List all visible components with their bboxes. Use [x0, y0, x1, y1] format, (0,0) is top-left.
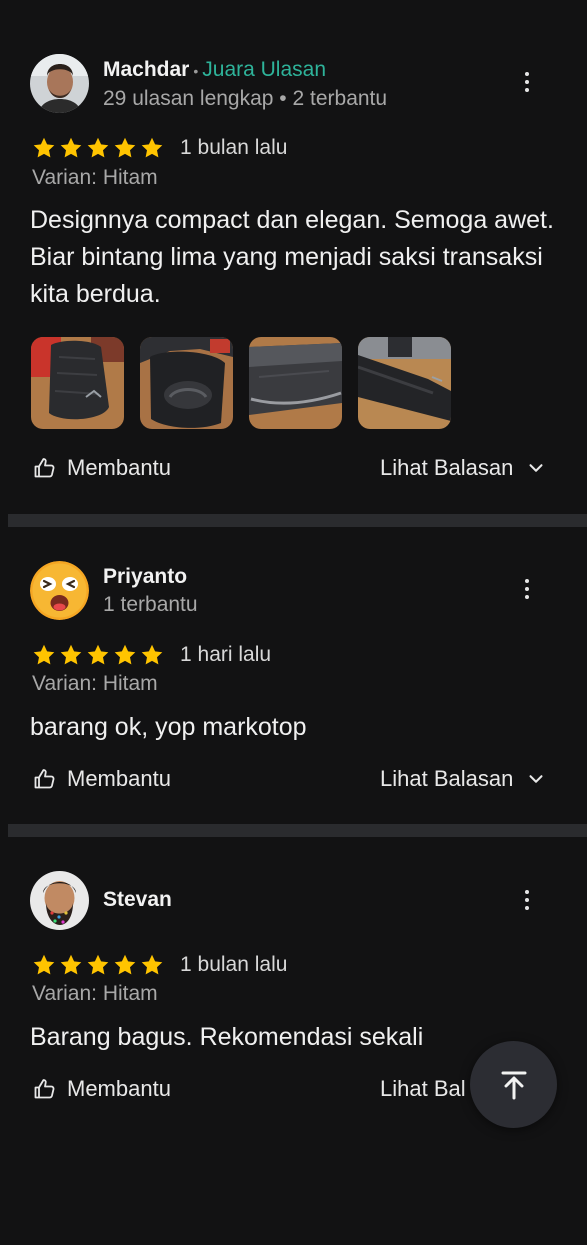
- star-icon: [139, 953, 165, 977]
- view-replies-button[interactable]: Lihat Balasan: [380, 766, 547, 792]
- star-icon: [31, 136, 57, 160]
- reviewer-name[interactable]: Priyanto: [103, 565, 187, 588]
- more-vertical-icon[interactable]: [512, 885, 542, 915]
- review-variant: Varian: Hitam: [32, 982, 158, 1005]
- reviewer-badge: Juara Ulasan: [202, 58, 326, 81]
- star-rating: [31, 136, 165, 160]
- helpful-label: Membantu: [67, 766, 171, 791]
- reviewer-stats: 1 terbantu: [103, 593, 198, 616]
- reviewer-name-line: Priyanto: [103, 565, 187, 589]
- star-icon: [58, 953, 84, 977]
- reviewer-stats: 29 ulasan lengkap • 2 terbantu: [103, 87, 388, 110]
- star-icon: [85, 643, 111, 667]
- view-replies-button[interactable]: Lihat Balasan: [380, 455, 547, 481]
- review-text: Designnya compact dan elegan. Semoga awe…: [30, 206, 554, 308]
- thumbs-up-icon: [33, 456, 57, 480]
- helpful-button[interactable]: Membantu: [33, 455, 171, 481]
- review-photo[interactable]: [249, 337, 342, 429]
- star-icon: [31, 643, 57, 667]
- more-vertical-icon[interactable]: [512, 67, 542, 97]
- review-variant: Varian: Hitam: [32, 672, 158, 695]
- star-icon: [139, 643, 165, 667]
- chevron-down-icon: [525, 768, 547, 790]
- review-time: 1 bulan lalu: [180, 136, 288, 159]
- star-icon: [31, 953, 57, 977]
- reviewer-name[interactable]: Stevan: [103, 888, 172, 911]
- review-text: barang ok, yop markotop: [30, 713, 307, 741]
- view-replies-label: Lihat Balasan: [380, 455, 514, 480]
- star-icon: [112, 643, 138, 667]
- review-time: 1 bulan lalu: [180, 953, 288, 976]
- thumbs-up-icon: [33, 767, 57, 791]
- helpful-button[interactable]: Membantu: [33, 1076, 171, 1102]
- helpful-label: Membantu: [67, 1076, 171, 1101]
- section-divider: [8, 514, 587, 527]
- star-rating: [31, 643, 165, 667]
- helpful-label: Membantu: [67, 455, 171, 480]
- star-icon: [112, 953, 138, 977]
- avatar[interactable]: [30, 561, 89, 620]
- reviewer-name[interactable]: Machdar: [103, 58, 189, 81]
- review-photo[interactable]: [140, 337, 233, 429]
- reviewer-name-line: Machdar • Juara Ulasan: [103, 58, 326, 82]
- star-icon: [139, 136, 165, 160]
- avatar[interactable]: [30, 54, 89, 113]
- star-icon: [85, 953, 111, 977]
- avatar[interactable]: [30, 871, 89, 930]
- star-icon: [58, 643, 84, 667]
- separator-dot: •: [193, 63, 199, 79]
- star-icon: [58, 136, 84, 160]
- more-vertical-icon[interactable]: [512, 574, 542, 604]
- scroll-to-top-button[interactable]: [470, 1041, 557, 1128]
- review-time: 1 hari lalu: [180, 643, 272, 666]
- review-photo[interactable]: [31, 337, 124, 429]
- thumbs-up-icon: [33, 1077, 57, 1101]
- review-photo[interactable]: [358, 337, 451, 429]
- section-divider: [8, 824, 587, 837]
- review-text: Barang bagus. Rekomendasi sekali: [30, 1023, 424, 1051]
- review-photos: [31, 337, 451, 429]
- view-replies-label: Lihat Balasan: [380, 766, 514, 791]
- star-icon: [85, 136, 111, 160]
- helpful-button[interactable]: Membantu: [33, 766, 171, 792]
- chevron-down-icon: [525, 457, 547, 479]
- view-replies-label: Lihat Bal: [380, 1076, 466, 1101]
- star-icon: [112, 136, 138, 160]
- review-variant: Varian: Hitam: [32, 166, 158, 189]
- star-rating: [31, 953, 165, 977]
- reviewer-name-line: Stevan: [103, 888, 172, 912]
- scroll-to-top-icon: [501, 1071, 526, 1099]
- view-replies-button[interactable]: Lihat Bal: [380, 1076, 466, 1102]
